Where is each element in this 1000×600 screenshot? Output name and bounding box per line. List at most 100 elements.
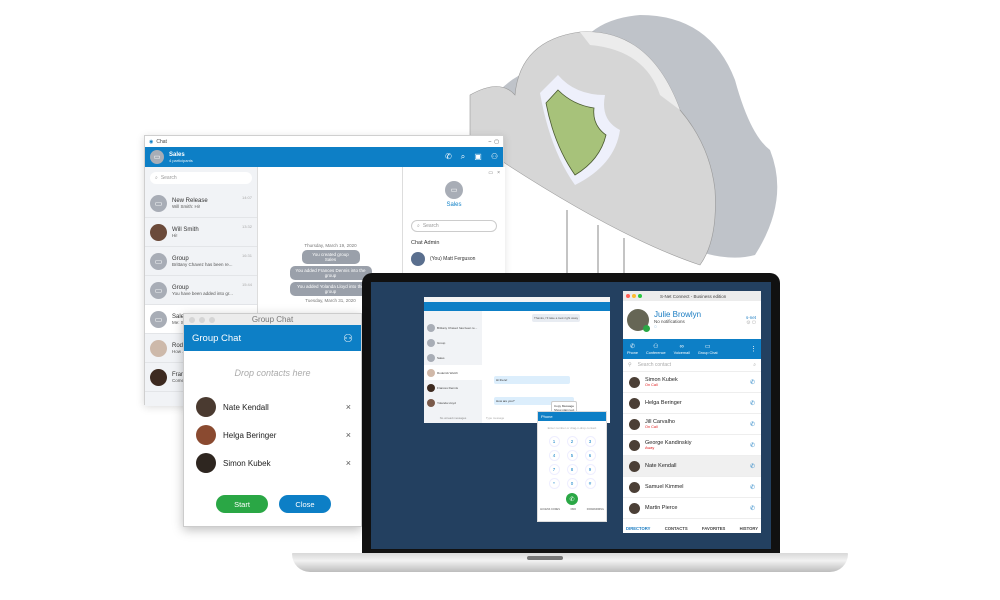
- presence-indicator: [643, 325, 650, 332]
- contact-avatar: [629, 502, 640, 514]
- phone-button[interactable]: ✆ Phone: [627, 344, 638, 355]
- screen-share-icon[interactable]: ▣: [474, 152, 482, 162]
- dial-key[interactable]: *: [548, 478, 560, 489]
- contact-row[interactable]: Nate Kendall ✆: [623, 456, 761, 477]
- conversation-item[interactable]: ▭ Group Brittany Chavez has been re... 16:3…: [145, 247, 257, 276]
- call-contact-icon[interactable]: ✆: [750, 484, 755, 491]
- contact-avatar: [196, 397, 216, 417]
- chat-status-icon[interactable]: ◌: [654, 324, 701, 330]
- remove-contact-icon[interactable]: ×: [346, 458, 351, 468]
- contact-row[interactable]: Martin Pierce ✆: [623, 498, 761, 519]
- maximize-button[interactable]: [638, 294, 642, 298]
- add-user-icon[interactable]: ⚇: [491, 152, 498, 162]
- network-icon: ⚲: [628, 362, 632, 368]
- system-message: You added Yolanda Lloyd into the group: [289, 282, 372, 296]
- more-menu-icon[interactable]: ⋮: [750, 345, 757, 353]
- conversation-item[interactable]: Frances Dennis: [424, 380, 482, 395]
- call-contact-icon[interactable]: ✆: [750, 463, 755, 470]
- conversation-item[interactable]: ▭ Group You have been added into gr... 15:4…: [145, 276, 257, 305]
- dialog-header: Group Chat ⚇: [184, 325, 361, 351]
- contact-row[interactable]: Jill Carvalho On Call ✆: [623, 414, 761, 435]
- dial-key[interactable]: 6: [584, 450, 596, 461]
- remove-contact-icon[interactable]: ×: [346, 430, 351, 440]
- user-profile: Julie Browlyn No notifications ◌ s-net ⚙ …: [623, 301, 761, 339]
- dial-key[interactable]: 0: [566, 478, 578, 489]
- laptop-base: [292, 553, 848, 572]
- dial-key[interactable]: 8: [566, 464, 578, 475]
- chat-header: ▭ Sales 4 participants ✆ ⌕ ▣ ⚇: [145, 147, 503, 167]
- contact-avatar: [629, 376, 640, 388]
- minimize-button[interactable]: [632, 294, 636, 298]
- conversation-item[interactable]: Yolanda Lloyd: [424, 395, 482, 410]
- voicemail-button[interactable]: ∞ Voicemail: [674, 344, 690, 355]
- tab-contacts[interactable]: CONTACTS: [665, 526, 688, 531]
- snet-toolbar: ✆ Phone ⚇ Conference ∞ Voicemail ▭ Group Cha…: [623, 339, 761, 359]
- minimize-button[interactable]: –: [488, 139, 491, 145]
- chat-subtitle: 4 participants: [169, 157, 193, 163]
- call-contact-icon[interactable]: ✆: [750, 442, 755, 449]
- contact-avatar: [629, 397, 640, 409]
- call-button[interactable]: ✆: [566, 493, 578, 505]
- start-button[interactable]: Start: [216, 495, 268, 513]
- conversation-item[interactable]: Sales: [424, 350, 482, 365]
- call-contact-icon[interactable]: ✆: [750, 400, 755, 407]
- drop-zone[interactable]: Drop contacts here: [184, 368, 361, 378]
- conversation-item[interactable]: Group: [424, 335, 482, 350]
- dialpad-footer: ACCESS CODES DND FORWARDING: [540, 508, 604, 511]
- dialog-titlebar: Group Chat: [184, 314, 361, 325]
- search-icon: ⌕: [155, 175, 158, 181]
- user-avatar[interactable]: [627, 309, 650, 332]
- contact-row[interactable]: George Kandinskiy Away ✆: [623, 435, 761, 456]
- dial-key[interactable]: 9: [584, 464, 596, 475]
- message-input[interactable]: Type message: [486, 416, 504, 420]
- conference-button[interactable]: ⚇ Conference: [646, 344, 666, 355]
- message-bubble: Hi there!: [494, 376, 570, 384]
- date-separator: Thursday, March 19, 2020: [304, 243, 357, 248]
- brand-logo: s-net ⚙ ⏻: [745, 314, 756, 326]
- call-contact-icon[interactable]: ✆: [750, 505, 755, 512]
- search-icon[interactable]: ⌕: [461, 152, 465, 162]
- tab-directory[interactable]: DIRECTORY: [626, 526, 650, 531]
- dial-key[interactable]: #: [584, 478, 596, 489]
- maximize-button[interactable]: ▢: [494, 139, 499, 145]
- user-avatar: [411, 252, 425, 266]
- contact-row[interactable]: Simon Kubek On Call ✆: [623, 372, 761, 393]
- contact-search-input[interactable]: ⚲ Search contact ⌕: [623, 359, 761, 372]
- contact-row[interactable]: Helga Beringer ✆: [623, 393, 761, 414]
- group-chat-button[interactable]: ▭ Group Chat: [698, 344, 718, 355]
- dial-key[interactable]: 5: [566, 450, 578, 461]
- conversation-item[interactable]: Will Smith Hi! 13:32: [145, 218, 257, 247]
- conversation-item[interactable]: Brittany Chavez has been re...: [424, 320, 482, 335]
- conversation-item[interactable]: ▭ New Release Will Smith: Hi! 14:07: [145, 189, 257, 218]
- number-input[interactable]: Enter number or drag-n-drop contact: [538, 426, 606, 430]
- close-icon[interactable]: ×: [497, 170, 500, 176]
- call-contact-icon[interactable]: ✆: [750, 379, 755, 386]
- group-avatar-icon: ▭: [445, 181, 463, 199]
- laptop-chat-window: Roderick Welch Brittany Chavez has been …: [424, 297, 610, 423]
- contact-row[interactable]: Samuel Kimmel ✆: [623, 477, 761, 498]
- close-button[interactable]: [626, 294, 630, 298]
- group-avatar-icon: ▭: [150, 281, 167, 299]
- contact-status: On Call: [645, 425, 658, 429]
- admin-row[interactable]: (You) Matt Ferguson: [403, 246, 505, 272]
- popout-icon[interactable]: ▭: [488, 170, 493, 176]
- dial-key[interactable]: 3: [584, 436, 596, 447]
- conference-icon: ⚇: [653, 343, 659, 350]
- tab-history[interactable]: HISTORY: [740, 526, 758, 531]
- participant-search-input[interactable]: ⌕ Search: [411, 220, 497, 232]
- tab-favorites[interactable]: FAVORITES: [702, 526, 725, 531]
- phone-icon[interactable]: ✆: [445, 152, 452, 162]
- search-input[interactable]: ⌕ Search: [150, 172, 252, 184]
- close-button[interactable]: Close: [279, 495, 331, 513]
- settings-icon[interactable]: ⚙ ⏻: [746, 320, 756, 326]
- conversation-item[interactable]: Roderick Welch: [424, 365, 482, 380]
- dial-key[interactable]: 7: [548, 464, 560, 475]
- dial-key[interactable]: 4: [548, 450, 560, 461]
- add-contact-icon[interactable]: ⚇: [343, 332, 353, 345]
- phone-dialpad: Phone Enter number or drag-n-drop contac…: [537, 411, 607, 522]
- dial-key[interactable]: 1: [548, 436, 560, 447]
- remove-contact-icon[interactable]: ×: [346, 402, 351, 412]
- user-avatar: [150, 223, 167, 241]
- call-contact-icon[interactable]: ✆: [750, 421, 755, 428]
- dial-key[interactable]: 2: [566, 436, 578, 447]
